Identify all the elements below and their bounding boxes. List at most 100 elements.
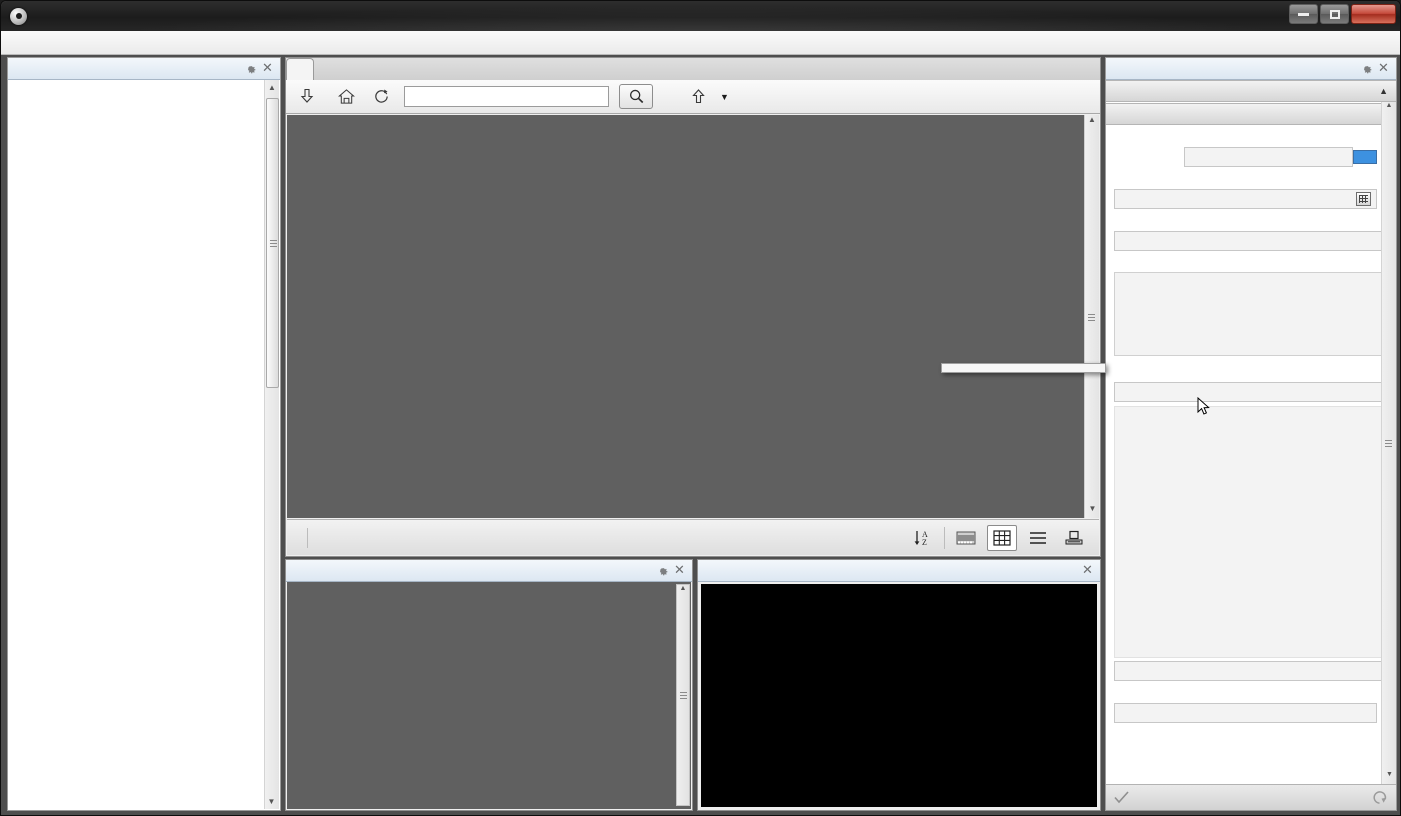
revert-icon	[1371, 790, 1388, 805]
description-textarea[interactable]	[1114, 272, 1390, 356]
menu-view[interactable]	[67, 40, 93, 46]
close-icon[interactable]: ✕	[1079, 562, 1096, 579]
info-button[interactable]	[1081, 534, 1097, 556]
section-image[interactable]: ▲	[1106, 80, 1396, 102]
grid-scroll-up-icon[interactable]: ▲	[1085, 115, 1099, 129]
search-icon	[628, 88, 645, 105]
properties-panel: ✕ ▲ ▼	[1105, 57, 1397, 811]
properties-scrollbar-thumb[interactable]	[1382, 115, 1395, 265]
keywords-add-row	[1106, 658, 1396, 682]
tray-thumbnails[interactable]	[287, 582, 691, 809]
menu-bar	[1, 31, 1401, 55]
svg-text:Z: Z	[922, 538, 927, 547]
view-list-button[interactable]	[1023, 525, 1053, 551]
menu-item[interactable]	[119, 40, 145, 46]
tray-panel: ✕ ▲	[285, 559, 693, 811]
menu-file[interactable]	[15, 40, 41, 46]
menu-edit[interactable]	[41, 40, 67, 46]
browser-toolbar: ▼	[286, 80, 1100, 114]
tray-scrollbar-thumb[interactable]	[677, 598, 689, 652]
add-categories-input[interactable]	[1114, 382, 1390, 402]
add-keywords-input[interactable]	[1114, 661, 1390, 681]
title-row	[1106, 230, 1396, 252]
creation-datetime-row: ▼	[1106, 188, 1396, 210]
categories-add-row	[1106, 381, 1396, 403]
scrollbar-thumb[interactable]	[266, 98, 279, 388]
chevron-down-icon[interactable]: ▼	[720, 92, 729, 102]
gear-icon[interactable]	[654, 562, 671, 579]
gear-icon[interactable]	[1358, 60, 1375, 77]
advanced-button[interactable]	[668, 94, 678, 100]
match-count-label	[287, 528, 308, 548]
label-value[interactable]	[1184, 147, 1353, 167]
check-icon	[1114, 791, 1129, 804]
search-button[interactable]	[619, 84, 653, 109]
import-icon	[299, 88, 315, 105]
refresh-button[interactable]	[368, 85, 395, 108]
refresh-icon	[373, 88, 390, 105]
close-icon[interactable]: ✕	[1375, 60, 1392, 77]
close-icon[interactable]: ✕	[671, 562, 688, 579]
chevron-up-icon[interactable]: ▲	[1379, 86, 1388, 96]
properties-body: ▲ ▼ ▼	[1106, 80, 1396, 810]
properties-scroll-up-icon[interactable]: ▲	[1382, 102, 1396, 115]
section-description[interactable]: ▼	[1106, 103, 1396, 125]
grid-scrollbar-thumb[interactable]	[1085, 129, 1098, 193]
menu-help[interactable]	[171, 40, 197, 46]
tray-scroll-up-icon[interactable]: ▲	[677, 585, 689, 598]
title-label-row	[1106, 210, 1396, 230]
menu-feedback[interactable]	[197, 40, 223, 46]
view-filmstrip-button[interactable]	[951, 525, 981, 551]
catalog-tags-panel: ✕ ▲ ▼	[7, 57, 281, 811]
categories-label-row	[1106, 356, 1396, 376]
category-context-menu[interactable]	[941, 363, 1106, 373]
creation-datetime-field[interactable]	[1114, 189, 1377, 209]
description-label-row	[1106, 252, 1396, 272]
view-grid-button[interactable]	[987, 525, 1017, 551]
application-window: ✕ ▲ ▼	[0, 0, 1401, 816]
close-button[interactable]	[1351, 4, 1396, 24]
place-select[interactable]	[1114, 703, 1377, 723]
maximize-button[interactable]	[1320, 4, 1349, 24]
sort-button[interactable]: A Z	[908, 525, 938, 551]
thumbnail-grid[interactable]	[287, 115, 1099, 518]
close-icon[interactable]: ✕	[259, 60, 276, 77]
creation-label-row	[1106, 168, 1396, 188]
scroll-up-icon[interactable]: ▲	[265, 80, 279, 95]
menu-window[interactable]	[145, 40, 171, 46]
grid-scroll-down-icon[interactable]: ▼	[1085, 504, 1100, 518]
export-button[interactable]: ▼	[685, 85, 734, 108]
tab-architectural-buildings[interactable]	[286, 58, 314, 80]
main-content: ✕ ▲ ▼	[1, 55, 1401, 816]
quick-search-input[interactable]	[404, 86, 609, 107]
grid-icon	[993, 530, 1011, 546]
preview-image[interactable]	[701, 584, 1097, 807]
gear-icon[interactable]	[242, 60, 259, 77]
home-button[interactable]	[332, 85, 361, 108]
save-bar	[1106, 784, 1396, 810]
import-button[interactable]	[294, 85, 325, 108]
home-icon	[337, 88, 356, 105]
app-logo-icon	[10, 8, 27, 25]
preview-header: ✕	[698, 560, 1100, 582]
menu-catalog[interactable]	[93, 40, 119, 46]
label-color-swatch[interactable]	[1353, 150, 1377, 164]
tray-header: ✕	[286, 560, 692, 582]
catalog-tags-tree[interactable]	[8, 80, 280, 810]
tab-strip	[286, 58, 1100, 80]
title-input[interactable]	[1114, 231, 1390, 251]
properties-scrollbar[interactable]: ▲ ▼	[1381, 102, 1396, 784]
catalog-tags-scrollbar[interactable]: ▲ ▼	[264, 80, 279, 809]
grid-scrollbar[interactable]: ▲ ▼	[1084, 115, 1099, 518]
rating-row	[1106, 126, 1396, 146]
scroll-down-icon[interactable]: ▼	[265, 794, 278, 809]
view-mode-buttons: A Z	[908, 525, 1099, 551]
minimize-button[interactable]	[1289, 4, 1318, 24]
browser-panel: ▼ ▲ ▼ A Z	[285, 57, 1101, 557]
keywords-cloud[interactable]	[1114, 406, 1390, 658]
properties-scroll-down-icon[interactable]: ▼	[1382, 771, 1396, 784]
catalog-tags-header: ✕	[8, 58, 280, 80]
calendar-icon[interactable]	[1356, 192, 1371, 206]
properties-header: ✕	[1106, 58, 1396, 80]
tray-scrollbar[interactable]: ▲	[676, 584, 690, 806]
